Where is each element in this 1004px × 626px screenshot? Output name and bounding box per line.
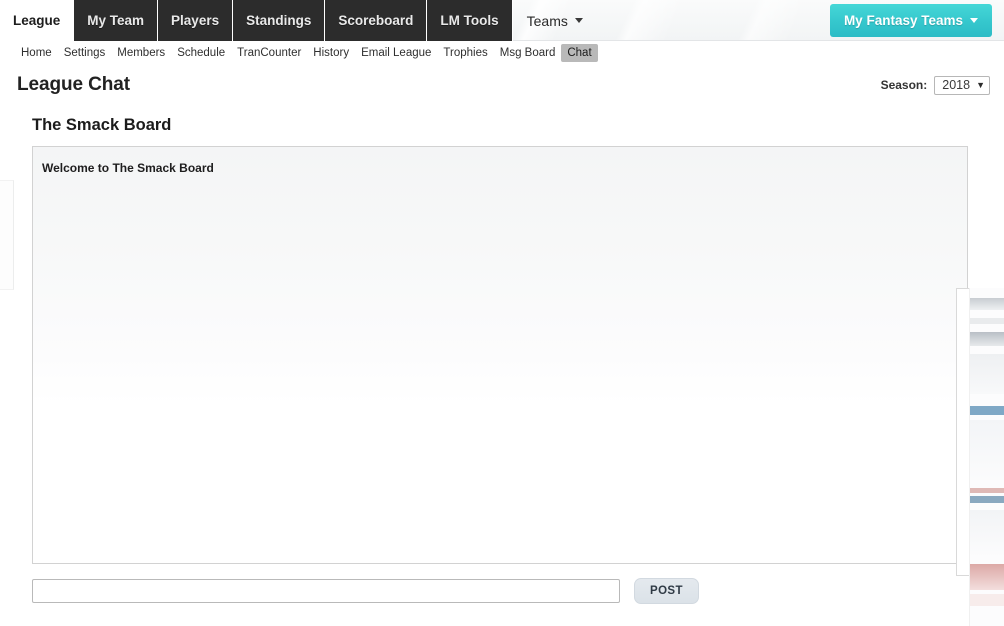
subnav-item-email-league[interactable]: Email League bbox=[355, 44, 437, 62]
subnav-item-members[interactable]: Members bbox=[111, 44, 171, 62]
post-message-row: POST bbox=[32, 578, 1004, 604]
season-label: Season: bbox=[880, 78, 928, 92]
subnav-item-trancounter[interactable]: TranCounter bbox=[231, 44, 307, 62]
nav-tab-standings-label: Standings bbox=[246, 13, 312, 28]
subnav-item-chat-label: Chat bbox=[567, 46, 592, 59]
secondary-navigation-bar: Home Settings Members Schedule TranCount… bbox=[0, 41, 1004, 64]
chevron-down-icon: ▼ bbox=[976, 79, 985, 90]
chevron-down-icon bbox=[970, 18, 978, 23]
season-selected-value: 2018 bbox=[942, 78, 971, 92]
subnav-item-trophies-label: Trophies bbox=[443, 46, 488, 59]
chat-message-input[interactable] bbox=[32, 579, 620, 603]
post-button[interactable]: POST bbox=[634, 578, 699, 604]
subnav-item-email-league-label: Email League bbox=[361, 46, 432, 59]
subnav-item-chat[interactable]: Chat bbox=[561, 43, 598, 62]
chat-message-panel[interactable]: Welcome to The Smack Board bbox=[32, 146, 968, 564]
nav-tab-lm-tools-label: LM Tools bbox=[440, 13, 499, 28]
subnav-item-schedule[interactable]: Schedule bbox=[171, 44, 231, 62]
chevron-down-icon bbox=[574, 18, 583, 23]
subnav-item-home-label: Home bbox=[21, 46, 52, 59]
nav-tab-league[interactable]: League bbox=[0, 0, 75, 41]
subnav-item-settings[interactable]: Settings bbox=[58, 44, 112, 62]
chat-welcome-message: Welcome to The Smack Board bbox=[42, 161, 214, 175]
subnav-item-msg-board-label: Msg Board bbox=[499, 46, 556, 59]
page-title: League Chat bbox=[17, 74, 130, 95]
subnav-item-members-label: Members bbox=[117, 46, 166, 59]
subnav-item-schedule-label: Schedule bbox=[177, 46, 226, 59]
nav-tab-players-label: Players bbox=[171, 13, 220, 28]
subnav-item-trancounter-label: TranCounter bbox=[237, 46, 302, 59]
nav-tab-lm-tools[interactable]: LM Tools bbox=[427, 0, 513, 41]
my-fantasy-teams-button[interactable]: My Fantasy Teams bbox=[829, 4, 992, 37]
primary-nav-tabs: League My Team Players Standings Scorebo… bbox=[0, 0, 593, 41]
nav-tab-players[interactable]: Players bbox=[158, 0, 234, 41]
page-header-row: League Chat Season: 2018 ▼ bbox=[0, 64, 1004, 98]
nav-menu-teams-label: Teams bbox=[526, 12, 568, 29]
subnav-item-history-label: History bbox=[313, 46, 350, 59]
my-fantasy-teams-label: My Fantasy Teams bbox=[843, 13, 963, 28]
season-selector-group: Season: 2018 ▼ bbox=[880, 75, 990, 95]
main-content: The Smack Board Welcome to The Smack Boa… bbox=[0, 116, 1004, 604]
subnav-item-home[interactable]: Home bbox=[15, 44, 58, 62]
season-select[interactable]: 2018 ▼ bbox=[934, 75, 990, 95]
nav-menu-teams[interactable]: Teams bbox=[513, 0, 593, 41]
subnav-item-trophies[interactable]: Trophies bbox=[437, 44, 493, 62]
nav-tab-my-team[interactable]: My Team bbox=[74, 0, 159, 41]
primary-navigation-bar: League My Team Players Standings Scorebo… bbox=[0, 0, 1004, 41]
nav-tab-my-team-label: My Team bbox=[87, 13, 145, 28]
nav-tab-league-label: League bbox=[13, 13, 61, 28]
nav-tab-standings[interactable]: Standings bbox=[233, 0, 326, 41]
nav-tab-scoreboard-label: Scoreboard bbox=[338, 13, 414, 28]
nav-tab-scoreboard[interactable]: Scoreboard bbox=[325, 0, 428, 41]
smack-board-heading: The Smack Board bbox=[32, 116, 172, 134]
subnav-item-msg-board[interactable]: Msg Board bbox=[494, 44, 562, 62]
subnav-item-history[interactable]: History bbox=[307, 44, 355, 62]
subnav-item-settings-label: Settings bbox=[63, 46, 106, 59]
